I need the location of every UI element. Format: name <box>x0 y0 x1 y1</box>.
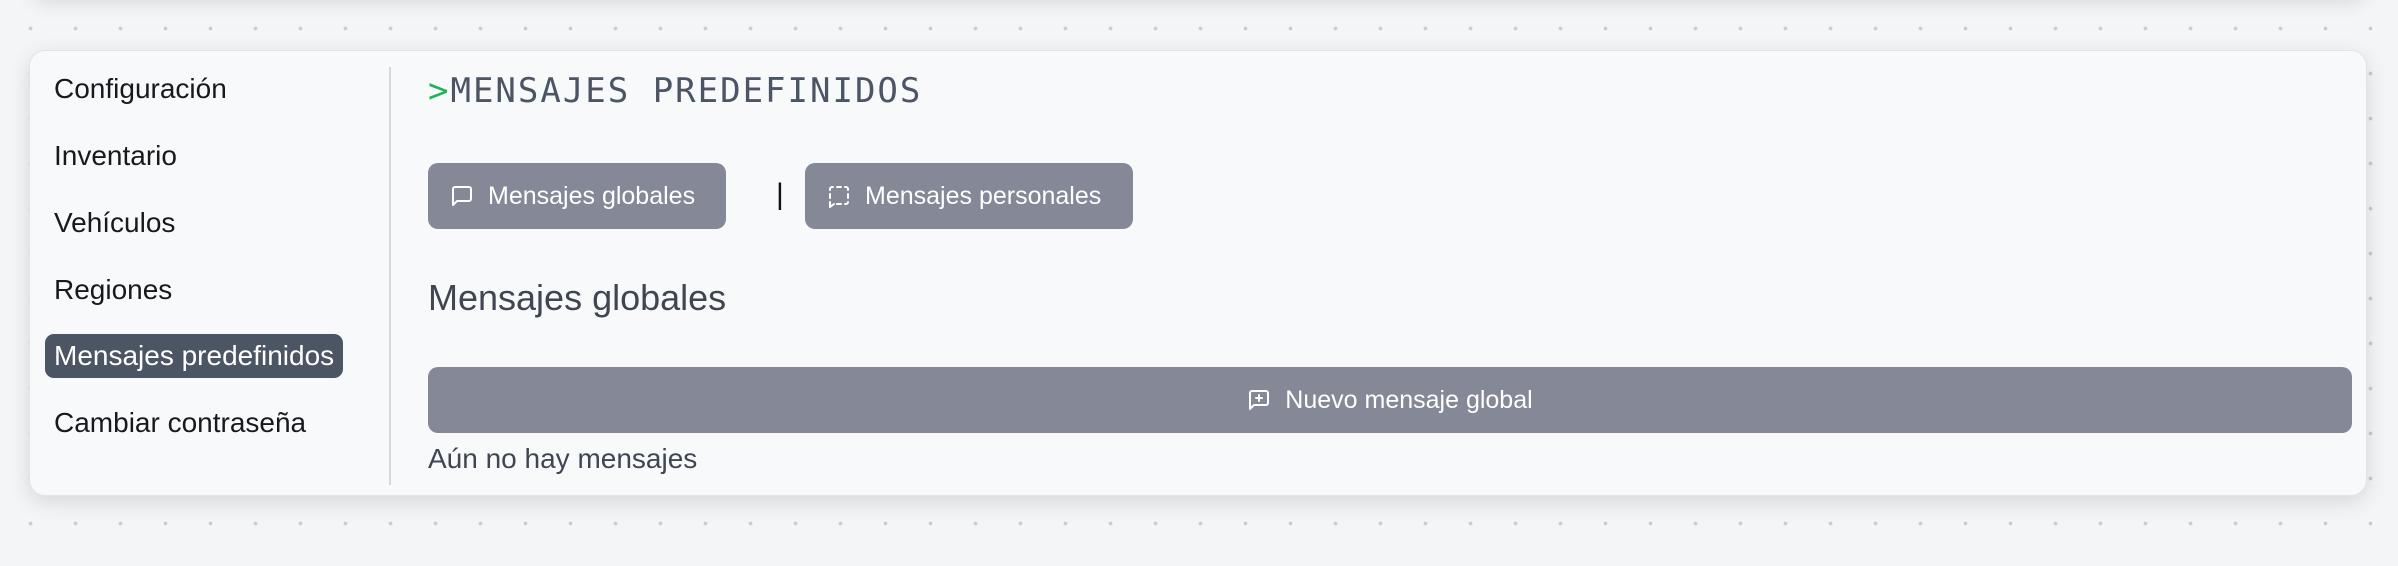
sidebar-item-cambiar-contrasena[interactable]: Cambiar contraseña <box>45 401 315 445</box>
section-heading: Mensajes globales <box>428 277 727 318</box>
tab-label: Mensajes globales <box>488 181 696 210</box>
page-title: >MENSAJES PREDEFINIDOS <box>428 71 922 111</box>
sidebar-divider <box>389 67 391 485</box>
title-text: MENSAJES PREDEFINIDOS <box>450 71 923 111</box>
tab-mensajes-personales[interactable]: Mensajes personales <box>805 163 1133 229</box>
sidebar-item-mensajes-predefinidos[interactable]: Mensajes predefinidos <box>45 334 344 378</box>
sidebar-item-vehiculos[interactable]: Vehículos <box>45 201 184 245</box>
new-global-message-button[interactable]: Nuevo mensaje global <box>428 367 2352 433</box>
tab-separator: | <box>776 178 784 211</box>
sidebar-item-configuracion[interactable]: Configuración <box>45 67 236 111</box>
sidebar-item-regiones[interactable]: Regiones <box>45 268 181 312</box>
message-square-icon <box>452 186 472 206</box>
tab-mensajes-globales[interactable]: Mensajes globales <box>428 163 726 229</box>
message-square-plus-icon <box>1249 390 1270 410</box>
title-prompt: > <box>428 71 451 111</box>
sidebar-item-inventario[interactable]: Inventario <box>45 134 186 178</box>
empty-state-text: Aún no hay mensajes <box>428 443 698 474</box>
new-button-label: Nuevo mensaje global <box>1285 385 1533 414</box>
message-square-dashed-icon <box>829 186 849 208</box>
settings-card: Configuración Inventario Vehículos Regio… <box>29 50 2367 496</box>
tab-label: Mensajes personales <box>865 181 1102 210</box>
